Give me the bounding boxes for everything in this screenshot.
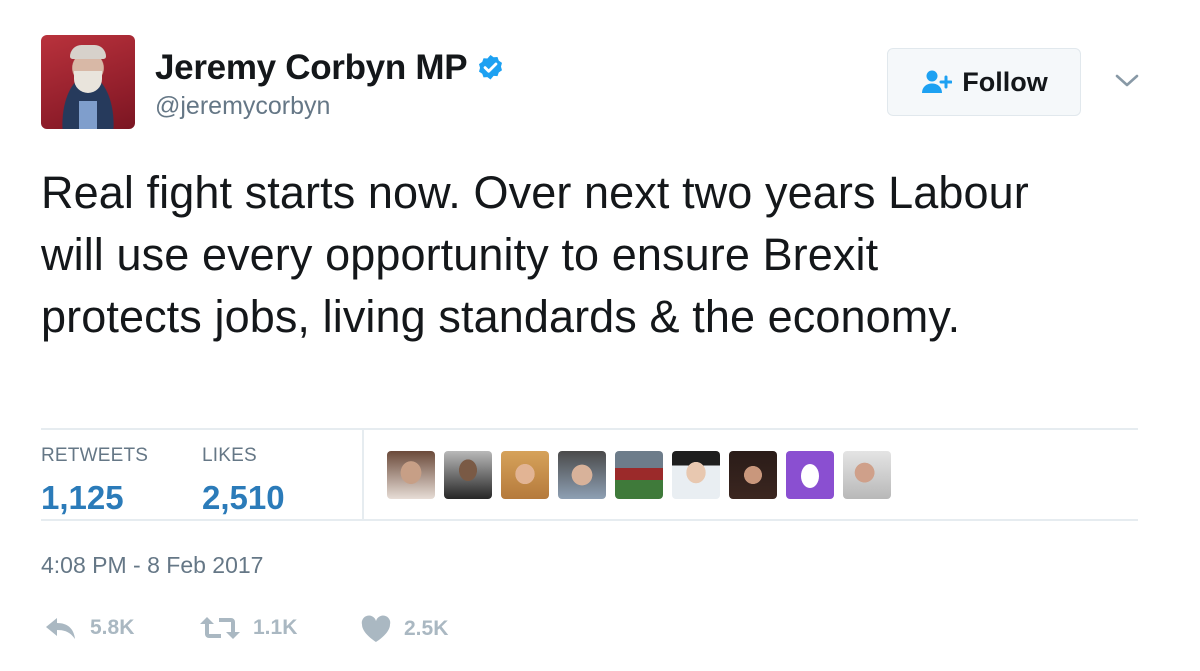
liker-avatar[interactable]: [501, 451, 549, 499]
liker-avatar[interactable]: [444, 451, 492, 499]
verified-badge-icon: [479, 54, 503, 79]
liker-avatar[interactable]: [615, 451, 663, 499]
likers-strip: [387, 451, 891, 499]
retweets-stat[interactable]: RETWEETS 1,125: [41, 445, 148, 517]
liker-avatar[interactable]: [729, 451, 777, 499]
avatar-hair: [70, 45, 106, 59]
chevron-down-icon[interactable]: [1113, 68, 1141, 92]
author-handle[interactable]: @jeremycorbyn: [155, 92, 330, 121]
divider: [41, 519, 1138, 521]
profile-avatar[interactable]: [41, 35, 135, 129]
author-name-text: Jeremy Corbyn MP: [155, 48, 468, 87]
divider: [362, 430, 364, 519]
add-user-icon: [922, 70, 953, 93]
retweets-label: RETWEETS: [41, 445, 149, 466]
likes-count: 2,510: [202, 479, 285, 516]
reply-count: 5.8K: [90, 616, 135, 639]
avatar-beard: [74, 71, 102, 93]
follow-label: Follow: [962, 66, 1048, 97]
retweet-icon: [200, 617, 240, 639]
reply-button[interactable]: 5.8K: [44, 615, 134, 641]
likes-stat[interactable]: LIKES 2,510: [202, 445, 285, 517]
likes-label: LIKES: [202, 445, 257, 466]
like-button[interactable]: 2.5K: [360, 615, 448, 643]
divider: [41, 428, 1138, 430]
like-count: 2.5K: [404, 617, 449, 640]
avatar-shirt: [79, 101, 97, 129]
retweet-count: 1.1K: [253, 616, 298, 639]
retweets-count: 1,125: [41, 479, 124, 516]
liker-avatar[interactable]: [387, 451, 435, 499]
liker-avatar[interactable]: [843, 451, 891, 499]
egg-icon: [801, 464, 819, 488]
egg-avatar[interactable]: [786, 451, 834, 499]
liker-avatar[interactable]: [672, 451, 720, 499]
heart-icon: [361, 615, 391, 642]
author-name[interactable]: Jeremy Corbyn MP: [155, 48, 506, 88]
tweet-timestamp[interactable]: 4:08 PM - 8 Feb 2017: [41, 552, 263, 579]
liker-avatar[interactable]: [558, 451, 606, 499]
tweet-text: Real fight starts now. Over next two yea…: [41, 167, 1029, 342]
retweet-button[interactable]: 1.1K: [199, 615, 297, 641]
reply-icon: [46, 618, 75, 639]
follow-button[interactable]: Follow: [887, 48, 1081, 116]
